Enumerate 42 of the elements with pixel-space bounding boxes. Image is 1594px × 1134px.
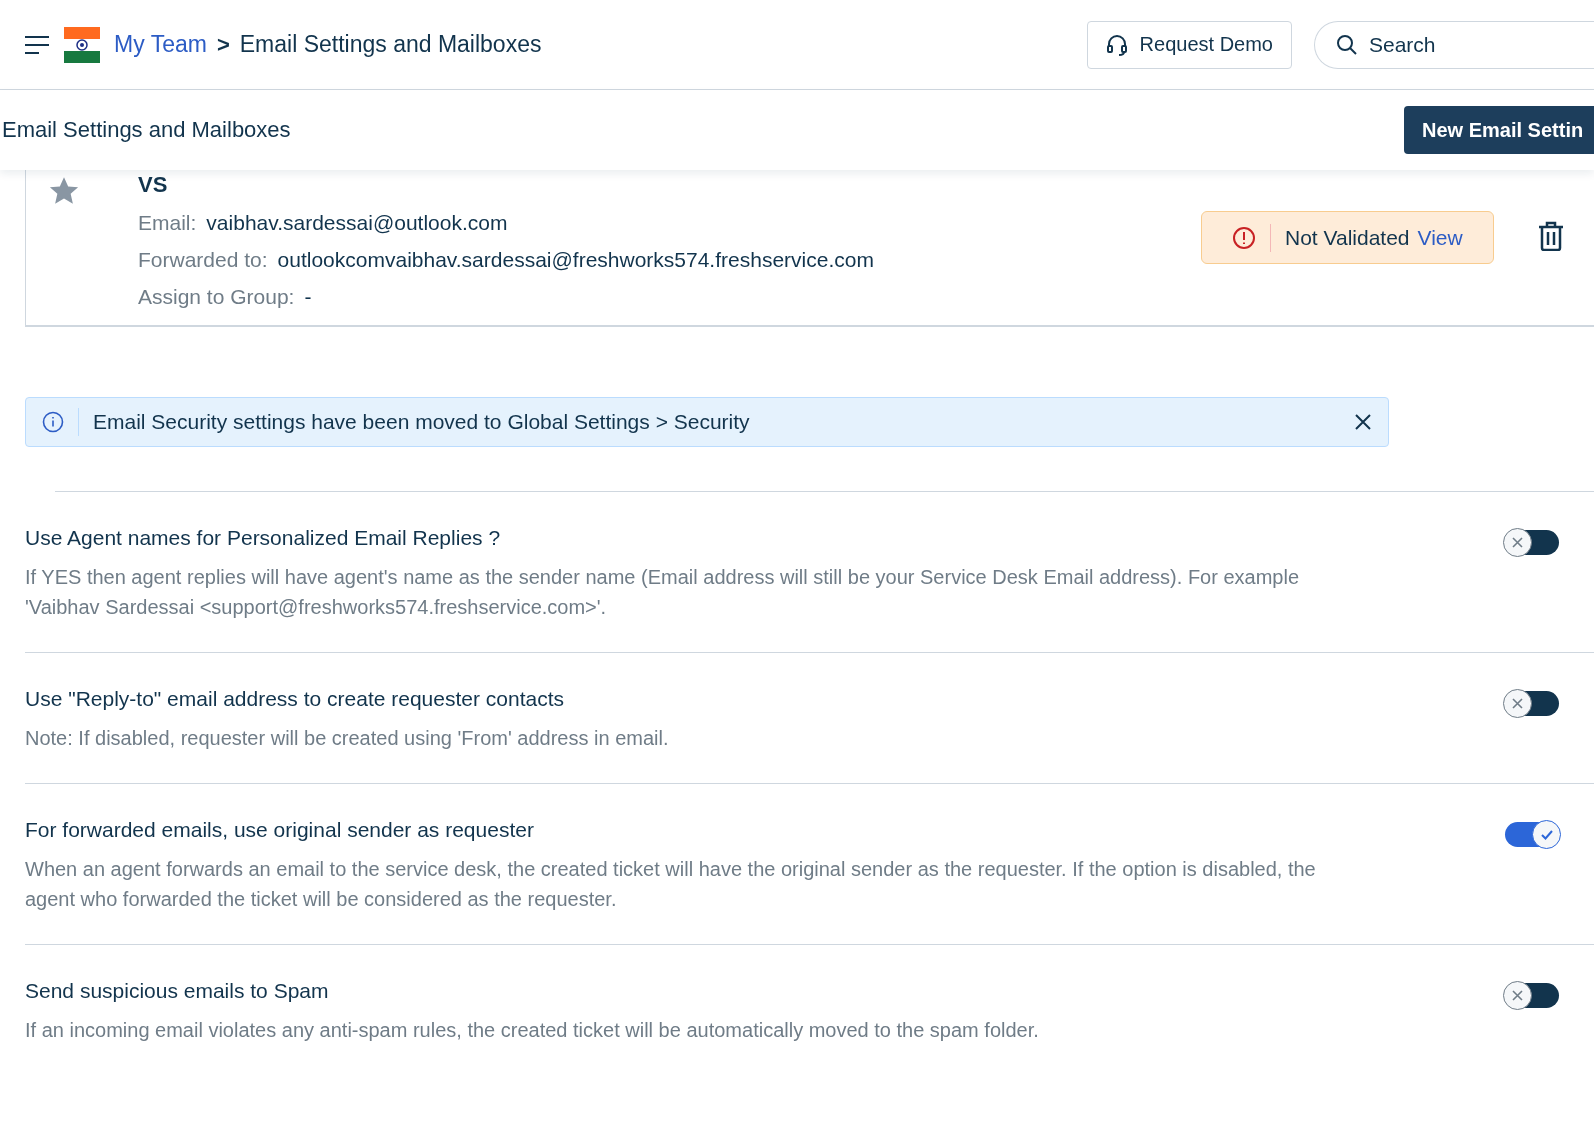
mailbox-name: VS (138, 172, 169, 198)
headset-icon (1105, 32, 1128, 57)
view-link[interactable]: View (1417, 225, 1463, 250)
setting-description: When an agent forwards an email to the service desk, the created ticket will have the original sender as the requester. If the option is disabled, the agent who forwarded the ticket will be considered as the requester. (25, 857, 1317, 912)
warning-icon (1232, 225, 1256, 250)
close-icon[interactable] (1354, 413, 1372, 431)
field-label: Forwarded to: (138, 248, 268, 272)
info-icon (42, 411, 64, 433)
check-icon (1539, 828, 1554, 841)
section-title: Email Settings and Mailboxes (2, 117, 291, 143)
field-value: - (304, 285, 312, 309)
flag-icon (64, 26, 100, 63)
page-title: Email Settings and Mailboxes (239, 31, 542, 58)
field-label: Email: (138, 211, 197, 235)
setting-description: If an incoming email violates any anti-spam rules, the created ticket will be automatically moved to the spam folder. (25, 1018, 1040, 1043)
field-value: outlookcomvaibhav.sardessai@freshworks574.freshservice.com (277, 248, 874, 272)
toggle-switch[interactable] (1505, 691, 1559, 716)
setting-title: Send suspicious emails to Spam (25, 979, 330, 1003)
setting-title: For forwarded emails, use original sender as requester (25, 818, 535, 842)
search-icon (1336, 33, 1358, 56)
field-label: Assign to Group: (138, 285, 295, 309)
delete-icon[interactable] (1538, 221, 1564, 254)
cross-icon (1512, 698, 1523, 709)
breadcrumb-separator: > (216, 31, 230, 58)
setting-description: If YES then agent replies will have agent's name as the sender name (Email address will still be your Service Desk Email address). For example 'Vaibhav Sardessai <support@freshworks574.freshservice.com>'. (25, 565, 1301, 620)
setting-description: Note: If disabled, requester will be created using 'From' address in email. (25, 726, 670, 751)
cross-icon (1512, 537, 1523, 548)
new-email-setting-button[interactable]: New Email Settin (1404, 106, 1594, 154)
field-value: vaibhav.sardessai@outlook.com (206, 211, 508, 235)
breadcrumb-link[interactable]: My Team (114, 31, 207, 58)
setting-title: Use Agent names for Personalized Email Replies ? (25, 526, 502, 550)
search-field[interactable]: Search (1314, 20, 1594, 69)
menu-icon[interactable] (24, 34, 50, 55)
status-text: Not Validated (1285, 225, 1410, 250)
toggle-switch[interactable] (1505, 822, 1559, 847)
toggle-switch[interactable] (1505, 983, 1559, 1008)
info-text: Email Security settings have been moved to Global Settings > Security (93, 410, 751, 434)
toggle-switch[interactable] (1505, 530, 1559, 555)
cross-icon (1512, 990, 1523, 1001)
setting-title: Use "Reply-to" email address to create requester contacts (25, 687, 565, 711)
star-icon[interactable] (48, 176, 80, 206)
request-demo-button[interactable]: Request Demo (1086, 20, 1292, 69)
